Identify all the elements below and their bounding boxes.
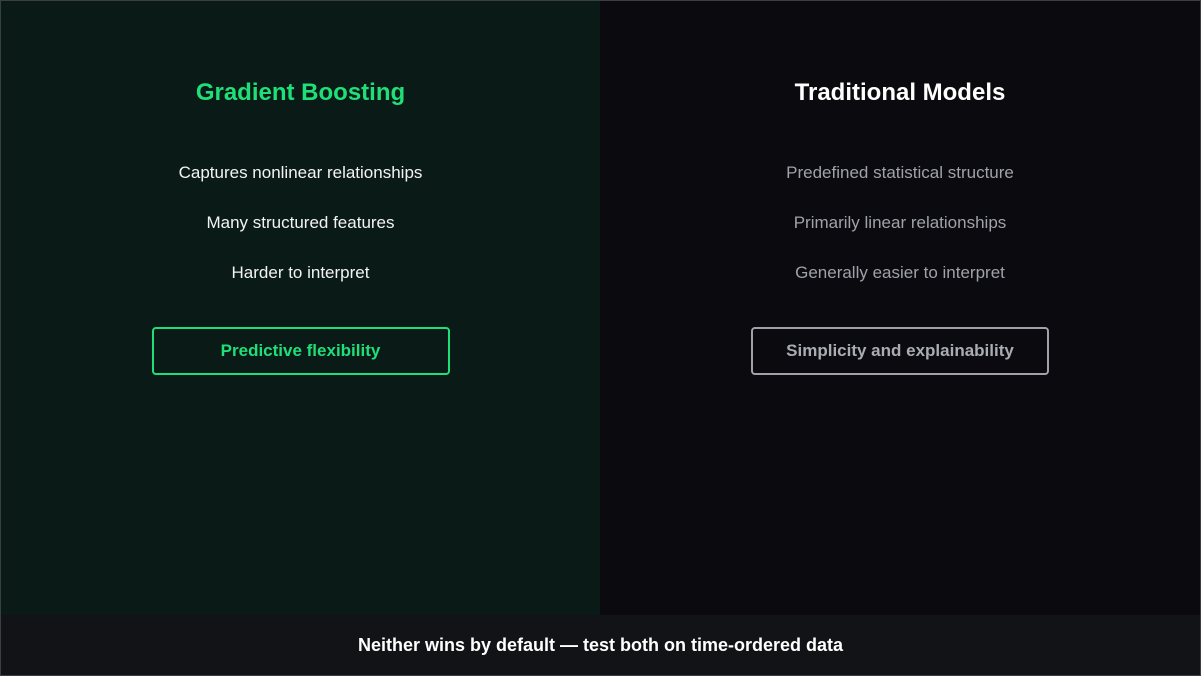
footer-bar: Neither wins by default — test both on t… xyxy=(1,615,1200,675)
gradient-boosting-verdict-box: Predictive flexibility xyxy=(151,327,450,375)
traditional-models-title: Traditional Models xyxy=(794,79,1006,106)
gradient-boosting-points: Captures nonlinear relationships Many st… xyxy=(179,163,423,313)
gradient-boosting-point: Harder to interpret xyxy=(231,263,370,282)
comparison-slide: Gradient Boosting Captures nonlinear rel… xyxy=(0,0,1201,676)
traditional-models-panel: Traditional Models Predefined statistica… xyxy=(600,1,1200,615)
traditional-models-verdict-box: Simplicity and explainability xyxy=(751,327,1049,375)
gradient-boosting-panel: Gradient Boosting Captures nonlinear rel… xyxy=(1,1,600,615)
traditional-models-point: Generally easier to interpret xyxy=(795,263,1005,282)
gradient-boosting-point: Captures nonlinear relationships xyxy=(178,163,423,182)
traditional-models-points: Predefined statistical structure Primari… xyxy=(786,163,1014,313)
gradient-boosting-title: Gradient Boosting xyxy=(195,79,406,106)
traditional-models-point: Primarily linear relationships xyxy=(793,213,1007,232)
traditional-models-point: Predefined statistical structure xyxy=(786,163,1014,182)
footer-message: Neither wins by default — test both on t… xyxy=(357,634,844,655)
gradient-boosting-point: Many structured features xyxy=(206,213,395,232)
